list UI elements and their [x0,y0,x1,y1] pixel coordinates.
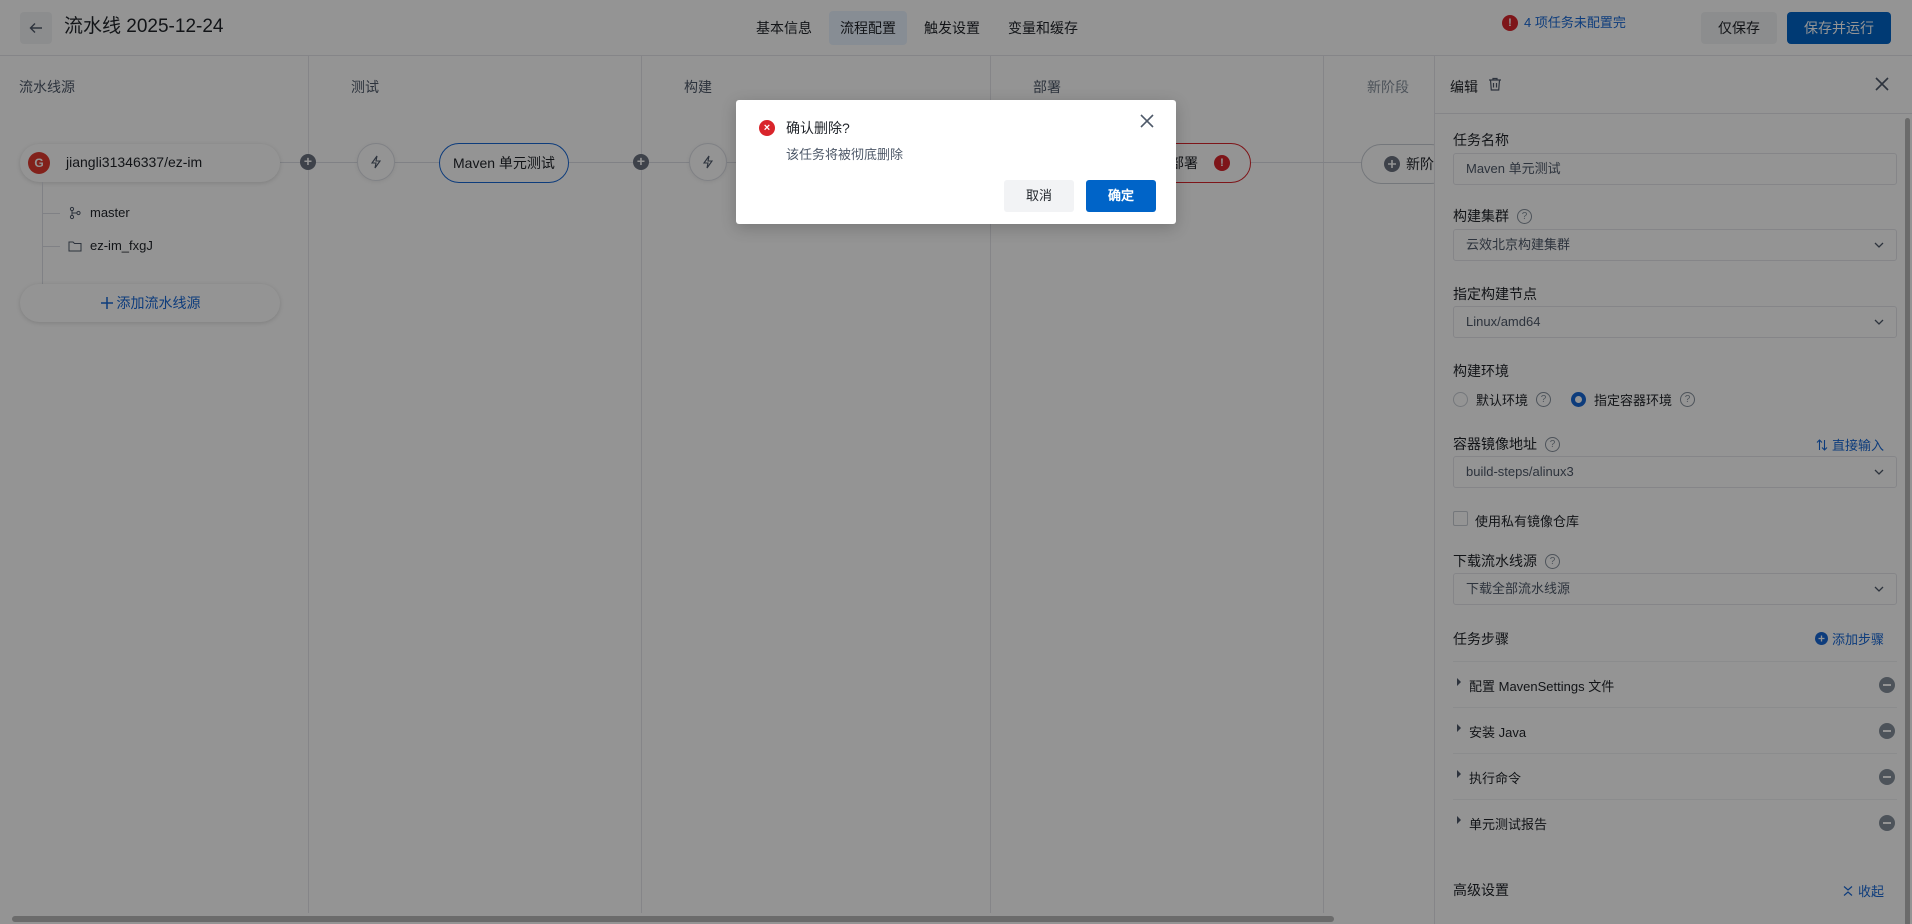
confirm-button[interactable]: 确定 [1086,180,1156,212]
close-icon[interactable] [1138,112,1156,130]
dialog-title: 确认删除? [786,120,850,136]
error-x-icon: × [759,120,775,136]
dialog-description: 该任务将被彻底删除 [786,147,904,162]
confirm-delete-dialog: × 确认删除? 该任务将被彻底删除 取消 确定 [736,100,1176,224]
cancel-button[interactable]: 取消 [1004,180,1074,212]
